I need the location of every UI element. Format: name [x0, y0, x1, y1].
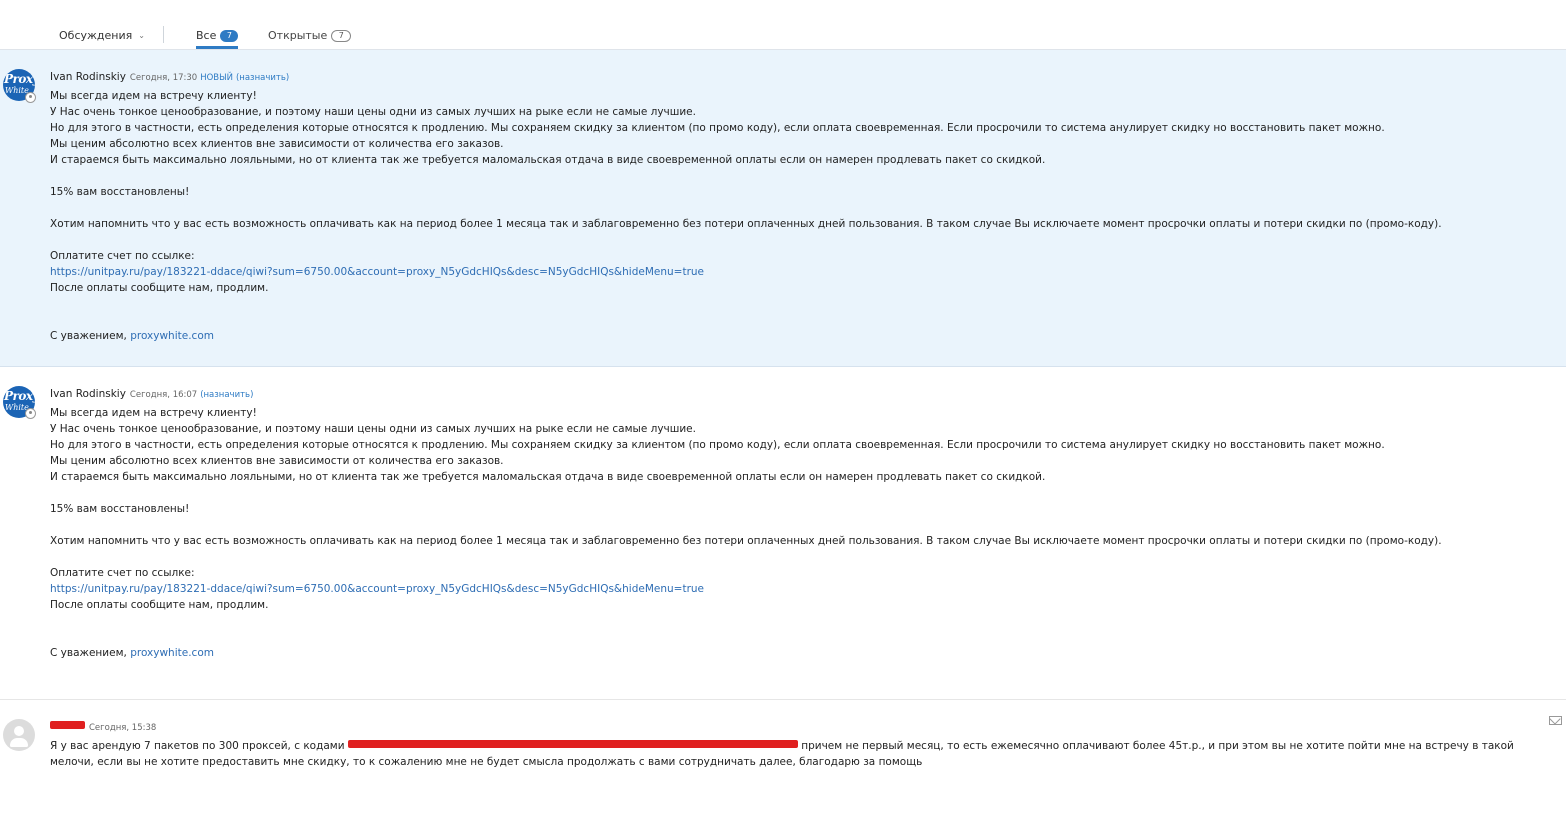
message-line: Оплатите счет по ссылке:: [50, 567, 195, 579]
active-tab-indicator: [196, 46, 238, 49]
assign-link[interactable]: (назначить): [236, 73, 289, 83]
tab-open-label: Открытые: [268, 29, 328, 42]
site-link[interactable]: proxywhite.com: [130, 330, 214, 342]
message-line: После оплаты сообщите нам, продлим.: [50, 282, 269, 294]
message-item[interactable]: Proxy White Ivan RodinskiyСегодня, 17:30…: [0, 50, 1566, 367]
message-line: Я у вас арендую 7 пакетов по 300 проксей…: [50, 738, 1546, 770]
signature-text: С уважением,: [50, 330, 127, 342]
message-line: У Нас очень тонкое ценообразование, и по…: [50, 423, 696, 435]
site-link[interactable]: proxywhite.com: [130, 647, 214, 659]
message-header: Ivan Rodinskiy Сегодня, 17:30 НОВЫЙ (назнач…: [50, 71, 289, 83]
message-body: Я у вас арендую 7 пакетов по 300 проксей…: [50, 738, 1546, 770]
user-icon-body: [10, 738, 28, 747]
message-line: Мы всегда идем на встречу клиенту!: [50, 407, 257, 419]
avatar-logo-text-top: Proxy: [4, 389, 35, 403]
payment-link[interactable]: https://unitpay.ru/pay/183221-ddace/qiwi…: [50, 266, 704, 278]
avatar-logo-text-top: Proxy: [4, 72, 35, 86]
message-line: 15% вам восстановлены!: [50, 503, 190, 515]
tab-all-count-badge: 7: [220, 30, 239, 42]
message-line: У Нас очень тонкое ценообразование, и по…: [50, 106, 696, 118]
user-icon: [25, 408, 36, 419]
tab-discussions-dropdown[interactable]: Обсуждения ⌄: [59, 29, 145, 42]
tab-open[interactable]: Открытые 7: [268, 29, 352, 42]
author-name: Ivan Rodinskiy: [50, 71, 126, 83]
message-line: Но для этого в частности, есть определен…: [50, 439, 1385, 451]
user-icon-head: [14, 726, 24, 736]
status-badge: НОВЫЙ: [200, 73, 233, 83]
payment-link[interactable]: https://unitpay.ru/pay/183221-ddace/qiwi…: [50, 583, 704, 595]
message-text-before: Я у вас арендую 7 пакетов по 300 проксей…: [50, 740, 345, 752]
message-body: Мы всегда идем на встречу клиенту! У Нас…: [50, 405, 1546, 661]
message-line: 15% вам восстановлены!: [50, 186, 190, 198]
tab-open-count-badge: 7: [331, 30, 352, 42]
message-line: И стараемся быть максимально лояльными, …: [50, 471, 1046, 483]
author-name: Ivan Rodinskiy: [50, 388, 126, 400]
assign-link[interactable]: (назначить): [200, 390, 253, 400]
chevron-down-icon: ⌄: [138, 31, 145, 40]
tab-discussions-label: Обсуждения: [59, 29, 133, 42]
message-item[interactable]: Proxy White Ivan RodinskiyСегодня, 16:07…: [0, 367, 1566, 700]
discussion-tabs: Обсуждения ⌄ Все 7 Открытые 7: [0, 0, 1566, 50]
message-line: Хотим напомнить что у вас есть возможнос…: [50, 535, 1442, 547]
message-time: Сегодня, 17:30: [129, 73, 198, 83]
message-body: Мы всегда идем на встречу клиенту! У Нас…: [50, 88, 1546, 344]
message-item[interactable]: Сегодня, 15:38 Я у вас арендую 7 пакетов…: [0, 700, 1566, 816]
user-avatar-placeholder: [3, 719, 35, 751]
tab-all[interactable]: Все 7: [196, 29, 239, 42]
message-time: Сегодня, 15:38: [89, 723, 157, 733]
message-line: Мы ценим абсолютно всех клиентов вне зав…: [50, 138, 504, 150]
tab-divider: [163, 26, 164, 43]
signature-text: С уважением,: [50, 647, 127, 659]
message-line: И стараемся быть максимально лояльными, …: [50, 154, 1046, 166]
message-line: Но для этого в частности, есть определен…: [50, 122, 1385, 134]
redacted-codes: [347, 740, 798, 748]
message-time: Сегодня, 16:07: [129, 390, 198, 400]
user-icon: [25, 92, 36, 103]
message-line: После оплаты сообщите нам, продлим.: [50, 599, 269, 611]
mail-icon[interactable]: [1549, 716, 1562, 725]
tab-all-label: Все: [196, 29, 217, 42]
message-line: Мы ценим абсолютно всех клиентов вне зав…: [50, 455, 504, 467]
redacted-author-name: [50, 721, 85, 729]
message-line: Хотим напомнить что у вас есть возможнос…: [50, 218, 1442, 230]
message-line: Мы всегда идем на встречу клиенту!: [50, 90, 257, 102]
message-header: Сегодня, 15:38: [50, 721, 156, 733]
message-line: Оплатите счет по ссылке:: [50, 250, 195, 262]
message-header: Ivan Rodinskiy Сегодня, 16:07 (назначить): [50, 388, 253, 400]
